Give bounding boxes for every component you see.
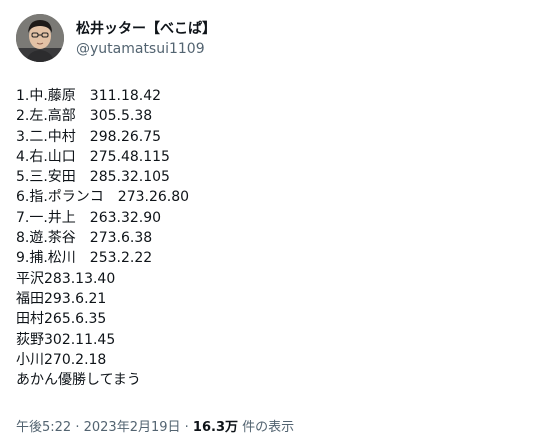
tweet-line: 田村265.6.35 [16,311,107,328]
user-handle[interactable]: @yutamatsui1109 [76,40,216,58]
tweet-line: 9.捕.松川 253.2.22 [16,250,153,267]
tweet-line: 福田293.6.21 [16,290,107,307]
tweet-line: 8.遊.茶谷 273.6.38 [16,230,153,247]
tweet-line: 3.二.中村 298.26.75 [16,128,162,145]
meta-separator: · [71,420,84,435]
display-name[interactable]: 松井ッター【べこぱ】 [76,20,216,38]
tweet-meta: 午後5:22 · 2023年2月19日 · 16.3万 件の表示 [16,416,294,435]
meta-separator: · [180,420,193,435]
tweet-line: 荻野302.11.45 [16,331,116,348]
views-label: 件の表示 [238,420,295,435]
tweet-line: 平沢283.13.40 [16,270,116,287]
tweet-text: 1.中.藤原 311.18.42 2.左.高部 305.5.38 3.二.中村 … [16,86,527,390]
avatar[interactable] [16,14,64,62]
post-time[interactable]: 午後5:22 [16,420,71,435]
tweet-line: 小川270.2.18 [16,351,107,368]
tweet-line: 6.指.ポランコ 273.26.80 [16,189,190,206]
views-count[interactable]: 16.3万 [193,420,238,435]
tweet-line: あかん優勝してまう [16,372,141,389]
tweet: 松井ッター【べこぱ】 @yutamatsui1109 1.中.藤原 311.18… [0,0,543,445]
tweet-line: 4.右.山口 275.48.115 [16,148,170,165]
tweet-line: 2.左.高部 305.5.38 [16,108,153,125]
tweet-line: 5.三.安田 285.32.105 [16,169,170,186]
tweet-header: 松井ッター【べこぱ】 @yutamatsui1109 [16,14,527,70]
post-date[interactable]: 2023年2月19日 [84,420,181,435]
avatar-image [16,14,64,62]
tweet-line: 1.中.藤原 311.18.42 [16,88,162,104]
user-names: 松井ッター【べこぱ】 @yutamatsui1109 [76,20,216,58]
tweet-line: 7.一.井上 263.32.90 [16,209,162,226]
